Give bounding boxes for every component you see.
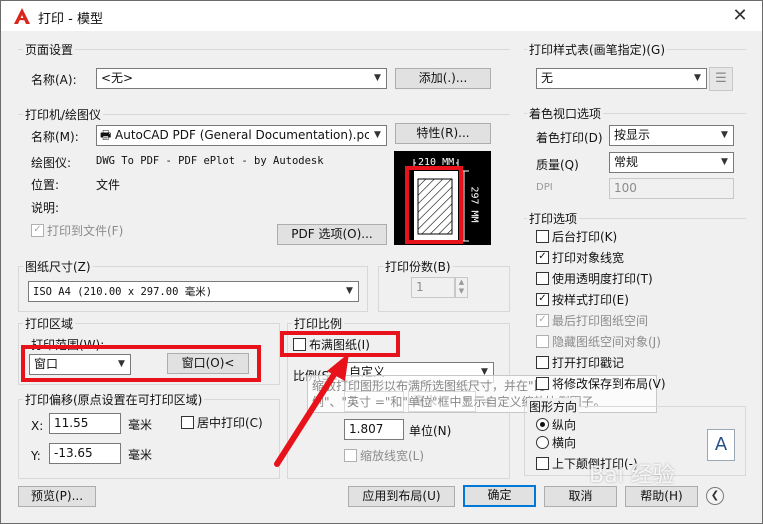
page-setup-name-label: 名称(A): bbox=[31, 73, 77, 87]
paper-size-label: 图纸尺寸(Z) bbox=[23, 258, 93, 275]
cancel-button[interactable]: 取消 bbox=[544, 486, 617, 507]
plot-dialog: 打印 - 模型 ✕ 页面设置 名称(A): <无> ▼ 添加(.)... 打印机… bbox=[0, 0, 763, 524]
title-bar[interactable]: 打印 - 模型 ✕ bbox=[1, 1, 762, 31]
paper-height-label: 297 MM bbox=[468, 184, 480, 225]
dpi-input[interactable]: 100 bbox=[609, 178, 734, 199]
apply-to-layout-button[interactable]: 应用到布局(U) bbox=[348, 486, 455, 507]
checkbox-box bbox=[536, 272, 549, 285]
offset-x-input[interactable]: 11.55 bbox=[49, 413, 121, 434]
annotation-arrow bbox=[274, 353, 349, 467]
checkbox-box bbox=[536, 335, 549, 348]
plot-offset-group bbox=[18, 399, 280, 479]
highlight-preview-paper bbox=[405, 166, 463, 244]
chevron-down-icon: ▼ bbox=[369, 69, 386, 88]
highlight-plot-range bbox=[21, 345, 261, 382]
description-label: 说明: bbox=[31, 201, 60, 215]
plot-option-checkbox[interactable]: ✓ 打印对象线宽 bbox=[536, 251, 624, 267]
offset-y-label: Y: bbox=[31, 449, 41, 463]
chevron-down-icon: ▼ bbox=[689, 69, 706, 88]
location-value: 文件 bbox=[96, 178, 121, 192]
printer-properties-button[interactable]: 特性(R)... bbox=[395, 123, 491, 144]
edit-plot-style-button[interactable]: ☰ bbox=[709, 67, 733, 91]
chevron-down-icon: ▼ bbox=[369, 126, 386, 145]
printer-name-select[interactable]: 🖶 AutoCAD PDF (General Documentation).pc… bbox=[96, 125, 387, 146]
offset-y-input[interactable]: -13.65 bbox=[49, 443, 121, 464]
checkmark-icon: ✓ bbox=[536, 293, 549, 306]
expand-collapse-button[interactable]: ❮ bbox=[706, 487, 724, 505]
page-setup-name-select[interactable]: <无> ▼ bbox=[96, 68, 387, 89]
chevron-down-icon: ▼ bbox=[341, 282, 358, 301]
window-title: 打印 - 模型 bbox=[38, 12, 103, 27]
quality-label: 质量(Q) bbox=[536, 158, 579, 172]
offset-x-unit: 毫米 bbox=[128, 418, 153, 432]
copies-label: 打印份数(B) bbox=[383, 258, 453, 275]
plot-option-checkbox[interactable]: 隐藏图纸空间对象(J) bbox=[536, 335, 661, 351]
plot-style-label: 打印样式表(画笔指定)(G) bbox=[527, 41, 668, 58]
plot-options-label: 打印选项 bbox=[527, 210, 580, 227]
plot-option-checkbox[interactable]: 将修改保存到布局(V) bbox=[536, 377, 666, 393]
baidu-watermark: Bai 经验 bbox=[589, 463, 675, 488]
autocad-logo-icon bbox=[14, 8, 30, 24]
edit-style-icon: ☰ bbox=[715, 71, 727, 86]
checkmark-icon: ✓ bbox=[536, 314, 549, 327]
plot-scale-label: 打印比例 bbox=[292, 315, 345, 332]
plot-offset-label: 打印偏移(原点设置在可打印区域) bbox=[23, 391, 205, 408]
landscape-radio[interactable]: 横向 bbox=[536, 436, 576, 452]
copies-input[interactable]: 1 bbox=[411, 277, 455, 298]
plotter-value: DWG To PDF - PDF ePlot - by Autodesk bbox=[96, 155, 324, 167]
printer-label: 打印机/绘图仪 bbox=[23, 106, 104, 123]
paper-size-select[interactable]: ISO A4 (210.00 x 297.00 毫米) ▼ bbox=[28, 281, 359, 302]
orientation-label: 图形方向 bbox=[527, 398, 580, 415]
page-setup-label: 页面设置 bbox=[23, 41, 76, 58]
plot-area-label: 打印区域 bbox=[23, 315, 76, 332]
plot-to-file-checkbox[interactable]: ✓ 打印到文件(F) bbox=[31, 224, 123, 240]
checkmark-icon: ✓ bbox=[536, 251, 549, 264]
orientation-preview-icon: A bbox=[707, 429, 735, 461]
plot-option-checkbox[interactable]: 打开打印戳记 bbox=[536, 356, 624, 372]
dpi-label: DPI bbox=[536, 182, 553, 193]
checkbox-box bbox=[536, 230, 549, 243]
offset-x-label: X: bbox=[31, 419, 44, 433]
center-plot-checkbox[interactable]: 居中打印(C) bbox=[181, 416, 263, 432]
quality-select[interactable]: 常规 ▼ bbox=[609, 152, 734, 173]
chevron-down-icon: ▼ bbox=[716, 153, 733, 172]
offset-y-unit: 毫米 bbox=[128, 448, 153, 462]
ok-button[interactable]: 确定 bbox=[463, 485, 536, 507]
shaded-viewport-label: 着色视口选项 bbox=[527, 105, 604, 122]
close-icon[interactable]: ✕ bbox=[727, 4, 753, 28]
shade-plot-label: 着色打印(D) bbox=[536, 131, 603, 145]
plot-option-checkbox[interactable]: ✓ 按样式打印(E) bbox=[536, 293, 629, 309]
chevron-down-icon: ▼ bbox=[716, 126, 733, 145]
printer-icon: 🖶 bbox=[100, 128, 112, 142]
copies-spinner[interactable]: ▲ ▼ bbox=[455, 277, 468, 298]
help-button[interactable]: 帮助(H) bbox=[625, 486, 698, 507]
plotter-label: 绘图仪: bbox=[31, 156, 72, 170]
portrait-radio[interactable]: 纵向 bbox=[536, 418, 576, 434]
plot-option-checkbox[interactable]: ✓ 最后打印图纸空间 bbox=[536, 314, 648, 330]
checkbox-box bbox=[536, 356, 549, 369]
shade-plot-select[interactable]: 按显示 ▼ bbox=[609, 125, 734, 146]
unit-label: 单位(N) bbox=[409, 424, 452, 438]
plot-option-checkbox[interactable]: 后台打印(K) bbox=[536, 230, 617, 246]
add-page-setup-button[interactable]: 添加(.)... bbox=[395, 68, 491, 89]
location-label: 位置: bbox=[31, 178, 60, 192]
checkbox-box bbox=[536, 377, 549, 390]
checkmark-icon: ✓ bbox=[31, 224, 44, 237]
chevron-left-icon: ❮ bbox=[710, 490, 720, 501]
preview-button[interactable]: 预览(P)... bbox=[18, 486, 96, 507]
pdf-options-button[interactable]: PDF 选项(O)... bbox=[277, 224, 387, 245]
printer-name-label: 名称(M): bbox=[31, 130, 79, 144]
plot-style-select[interactable]: 无 ▼ bbox=[536, 68, 707, 89]
plot-option-checkbox[interactable]: 使用透明度打印(T) bbox=[536, 272, 653, 288]
